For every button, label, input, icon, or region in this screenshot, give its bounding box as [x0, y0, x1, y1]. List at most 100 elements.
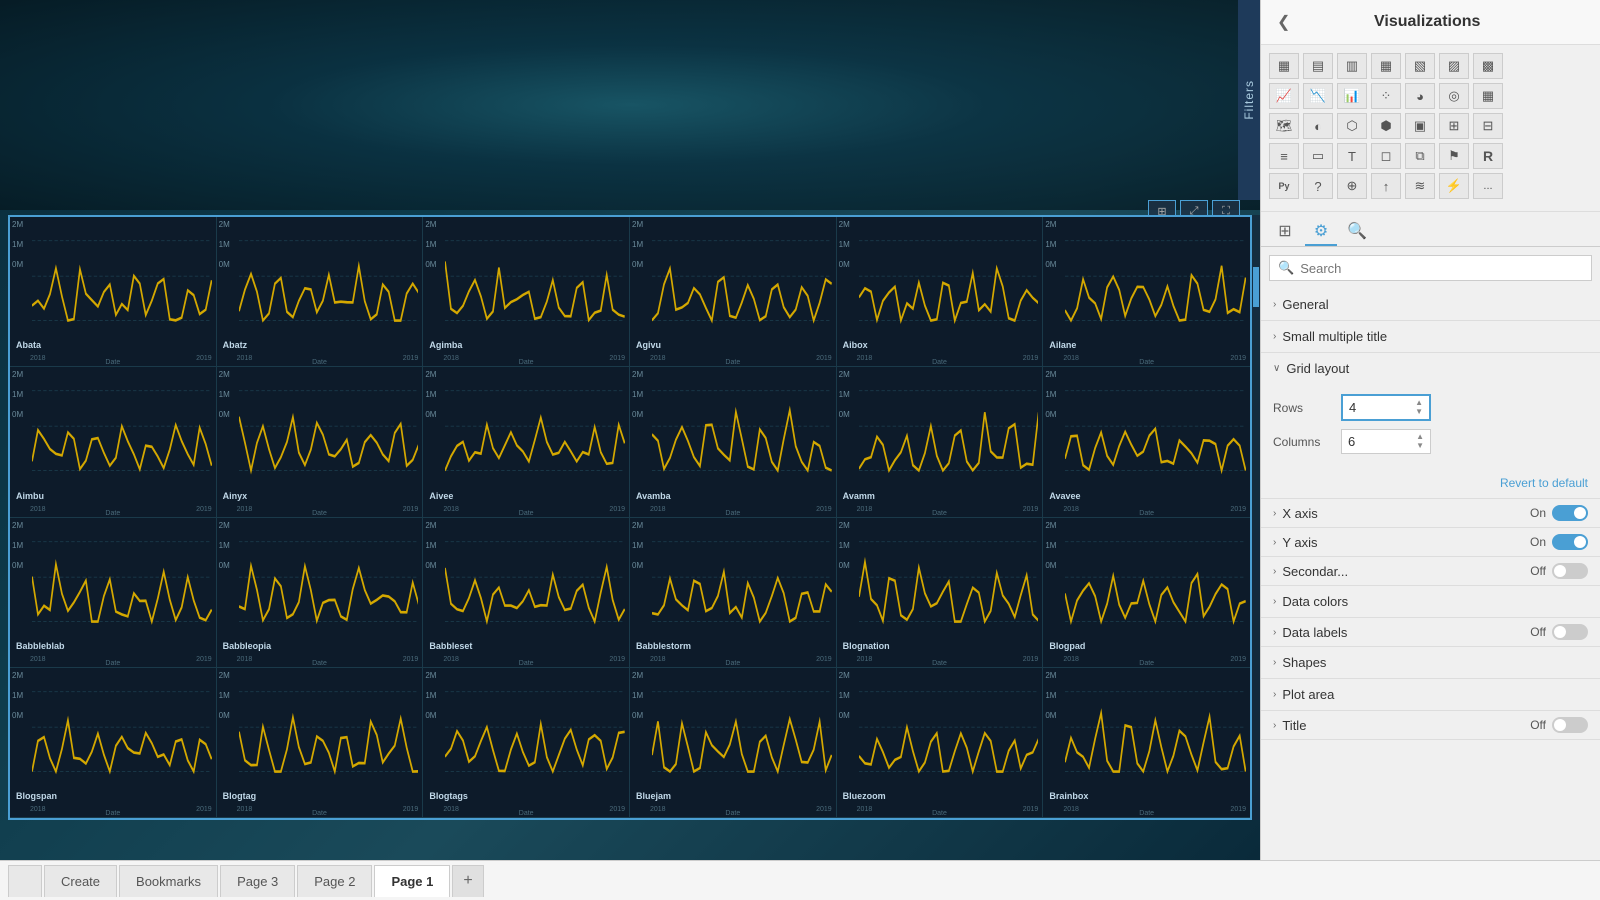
search-input[interactable]: [1300, 261, 1583, 276]
title-section: › Title Off: [1261, 711, 1600, 740]
tab-empty[interactable]: [8, 865, 42, 897]
chart-title: Blogspan: [16, 791, 57, 801]
vertical-scrollbar[interactable]: [1252, 215, 1260, 820]
viz-icon-text[interactable]: T: [1337, 143, 1367, 169]
rows-up-arrow[interactable]: ▲: [1415, 399, 1423, 407]
x-axis-date-label: Date: [1139, 359, 1154, 366]
viz-icon-r[interactable]: R: [1473, 143, 1503, 169]
tab-page3[interactable]: Page 3: [220, 865, 295, 897]
x-axis-toggle[interactable]: [1552, 505, 1588, 521]
data-labels-toggle-row[interactable]: › Data labels Off: [1261, 618, 1600, 646]
y-axis-label: 0M: [425, 261, 436, 269]
secondary-toggle-row[interactable]: › Secondar... Off: [1261, 557, 1600, 585]
y-axis-labels: 2M1M0M: [1045, 672, 1056, 732]
grid-layout-header[interactable]: ∨ Grid layout: [1261, 353, 1600, 384]
y-axis-label: 0M: [425, 411, 436, 419]
viz-icon-pie[interactable]: ◕: [1405, 83, 1435, 109]
viz-icon-slicer[interactable]: ≡: [1269, 143, 1299, 169]
viz-icon-100-stacked[interactable]: ▥: [1337, 53, 1367, 79]
data-colors-header[interactable]: › Data colors: [1261, 586, 1600, 617]
scroll-thumb[interactable]: [1253, 267, 1259, 307]
y-axis-toggle-row[interactable]: › Y axis On: [1261, 528, 1600, 556]
search-icon: 🔍: [1278, 260, 1294, 276]
viz-icon-h-100[interactable]: ▨: [1439, 53, 1469, 79]
tab-bookmarks[interactable]: Bookmarks: [119, 865, 218, 897]
viz-icon-table[interactable]: ⊞: [1439, 113, 1469, 139]
general-section-header[interactable]: › General: [1261, 289, 1600, 320]
x-axis-toggle-row[interactable]: › X axis On: [1261, 499, 1600, 527]
back-button[interactable]: ❮: [1277, 12, 1290, 32]
viz-icon-scatter[interactable]: ⁘: [1371, 83, 1401, 109]
format-tab[interactable]: ⚙: [1305, 218, 1337, 246]
sparkline: [859, 223, 1039, 338]
viz-icon-waterfall[interactable]: ▩: [1473, 53, 1503, 79]
secondary-toggle-label: Off: [1530, 564, 1546, 578]
y-axis-label: 1M: [839, 692, 850, 700]
viz-icon-area[interactable]: 📉: [1303, 83, 1333, 109]
viz-icon-python[interactable]: Py: [1269, 173, 1299, 199]
viz-icon-h-bar[interactable]: ▦: [1371, 53, 1401, 79]
viz-icon-button[interactable]: ⧉: [1405, 143, 1435, 169]
chart-cell: 2M1M0MBluezoom20182019Date: [837, 668, 1044, 818]
title-toggle-container: Off: [1530, 717, 1588, 733]
plot-area-header[interactable]: › Plot area: [1261, 679, 1600, 710]
x-axis-labels: 20182019: [650, 506, 832, 513]
viz-icon-narrative[interactable]: ≋: [1405, 173, 1435, 199]
rows-spinner[interactable]: ▲ ▼: [1415, 399, 1423, 416]
viz-icon-funnel[interactable]: ⬡: [1337, 113, 1367, 139]
viz-icon-donut[interactable]: ◎: [1439, 83, 1469, 109]
shapes-header[interactable]: › Shapes: [1261, 647, 1600, 678]
viz-icon-key-influencers[interactable]: ↑: [1371, 173, 1401, 199]
viz-icon-h-stacked[interactable]: ▧: [1405, 53, 1435, 79]
columns-up-arrow[interactable]: ▲: [1416, 433, 1424, 441]
viz-icon-filled-map[interactable]: ◐: [1303, 113, 1333, 139]
secondary-toggle[interactable]: [1552, 563, 1588, 579]
shapes-label: Shapes: [1282, 655, 1326, 670]
viz-icon-bar[interactable]: ▤: [1303, 53, 1333, 79]
tab-create[interactable]: Create: [44, 865, 117, 897]
chart-cell: 2M1M0MBabbleset20182019Date: [423, 518, 630, 668]
title-toggle-row[interactable]: › Title Off: [1261, 711, 1600, 739]
viz-icon-card[interactable]: ▣: [1405, 113, 1435, 139]
viz-icon-shape[interactable]: ◻: [1371, 143, 1401, 169]
tab-add[interactable]: +: [452, 865, 483, 897]
viz-icon-gauge[interactable]: ⬢: [1371, 113, 1401, 139]
small-multiple-title-section: › Small multiple title: [1261, 321, 1600, 353]
chart-cell: 2M1M0MAgivu20182019Date: [630, 217, 837, 367]
viz-icon-smart[interactable]: ⚡: [1439, 173, 1469, 199]
tab-page1[interactable]: Page 1: [374, 865, 450, 897]
viz-icon-map[interactable]: 🗺: [1269, 113, 1299, 139]
viz-icon-stacked-bar[interactable]: ▦: [1269, 53, 1299, 79]
data-labels-toggle[interactable]: [1552, 624, 1588, 640]
viz-icon-matrix[interactable]: ⊟: [1473, 113, 1503, 139]
tab-page2[interactable]: Page 2: [297, 865, 372, 897]
viz-icon-image[interactable]: ▭: [1303, 143, 1333, 169]
filters-tab[interactable]: Filters: [1238, 0, 1260, 200]
y-axis-toggle[interactable]: [1552, 534, 1588, 550]
analytics-tab[interactable]: 🔍: [1341, 218, 1373, 246]
columns-input-container[interactable]: 6 ▲ ▼: [1341, 429, 1431, 454]
rows-input-container[interactable]: 4 ▲ ▼: [1341, 394, 1431, 421]
viz-icon-treemap[interactable]: ▦: [1473, 83, 1503, 109]
viz-icon-bookmark[interactable]: ⚑: [1439, 143, 1469, 169]
y-axis-label: 1M: [12, 692, 23, 700]
small-multiple-title-header[interactable]: › Small multiple title: [1261, 321, 1600, 352]
chart-title: Agivu: [636, 340, 661, 350]
rows-down-arrow[interactable]: ▼: [1415, 408, 1423, 416]
x-axis-date-label: Date: [312, 359, 327, 366]
x-axis-date-label: Date: [312, 810, 327, 817]
viz-icon-qna[interactable]: ?: [1303, 173, 1333, 199]
small-multiples-chart[interactable]: 2M1M0MAbata20182019Date2M1M0MAbatz201820…: [8, 215, 1252, 820]
viz-icon-ribbon[interactable]: 📊: [1337, 83, 1367, 109]
y-axis-label: 1M: [1045, 241, 1056, 249]
viz-icon-decomposition[interactable]: ⊕: [1337, 173, 1367, 199]
chart-title: Blogpad: [1049, 641, 1085, 651]
columns-spinner[interactable]: ▲ ▼: [1416, 433, 1424, 450]
viz-icon-line[interactable]: 📈: [1269, 83, 1299, 109]
fields-tab[interactable]: ⊞: [1269, 218, 1301, 246]
viz-icon-more[interactable]: ...: [1473, 173, 1503, 199]
title-toggle[interactable]: [1552, 717, 1588, 733]
columns-down-arrow[interactable]: ▼: [1416, 442, 1424, 450]
secondary-section: › Secondar... Off: [1261, 557, 1600, 586]
revert-to-default-btn[interactable]: Revert to default: [1261, 472, 1600, 498]
